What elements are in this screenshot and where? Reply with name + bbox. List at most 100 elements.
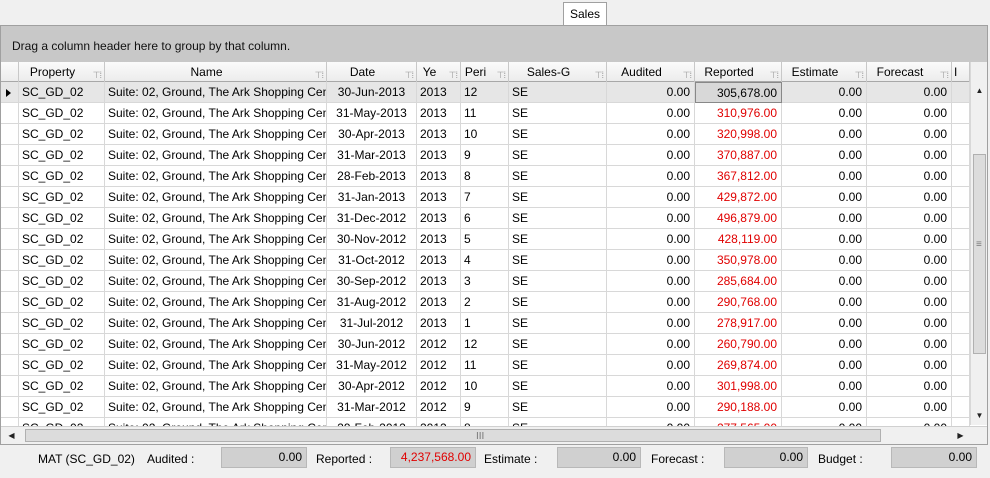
- cell-name[interactable]: Suite: 02, Ground, The Ark Shopping Cen: [105, 397, 327, 418]
- cell-name[interactable]: Suite: 02, Ground, The Ark Shopping Cen: [105, 229, 327, 250]
- cell-reported[interactable]: 496,879.00: [695, 208, 782, 229]
- cell-forecast[interactable]: 0.00: [867, 313, 952, 334]
- cell-period[interactable]: 4: [461, 250, 509, 271]
- cell-year[interactable]: 2013: [417, 229, 461, 250]
- cell-name[interactable]: Suite: 02, Ground, The Ark Shopping Cen: [105, 313, 327, 334]
- cell-forecast[interactable]: 0.00: [867, 250, 952, 271]
- cell-property[interactable]: SC_GD_02: [19, 376, 105, 397]
- cell-estimate[interactable]: 0.00: [782, 229, 867, 250]
- cell-year[interactable]: 2012: [417, 334, 461, 355]
- cell-estimate[interactable]: 0.00: [782, 271, 867, 292]
- horizontal-scrollbar[interactable]: ◀ III ▶: [1, 426, 987, 444]
- cell-period[interactable]: 8: [461, 166, 509, 187]
- table-row[interactable]: SC_GD_02Suite: 02, Ground, The Ark Shopp…: [1, 187, 970, 208]
- cell-year[interactable]: 2012: [417, 376, 461, 397]
- cell-period[interactable]: 11: [461, 355, 509, 376]
- cell-forecast[interactable]: 0.00: [867, 271, 952, 292]
- cell-period[interactable]: 5: [461, 229, 509, 250]
- cell-date[interactable]: 30-Sep-2012: [327, 271, 417, 292]
- cell-estimate[interactable]: 0.00: [782, 355, 867, 376]
- cell-property[interactable]: SC_GD_02: [19, 208, 105, 229]
- vertical-scrollbar[interactable]: ▲ ≡ ▼: [970, 62, 987, 425]
- cell-forecast[interactable]: 0.00: [867, 355, 952, 376]
- cell-name[interactable]: Suite: 02, Ground, The Ark Shopping Cen: [105, 124, 327, 145]
- cell-year[interactable]: 2012: [417, 397, 461, 418]
- cell-forecast[interactable]: 0.00: [867, 334, 952, 355]
- cell-estimate[interactable]: 0.00: [782, 187, 867, 208]
- table-row[interactable]: SC_GD_02Suite: 02, Ground, The Ark Shopp…: [1, 250, 970, 271]
- cell-estimate[interactable]: 0.00: [782, 376, 867, 397]
- cell-sales-group[interactable]: SE: [509, 229, 607, 250]
- cell-date[interactable]: 30-Jun-2013: [327, 82, 417, 103]
- cell-date[interactable]: 31-Oct-2012: [327, 250, 417, 271]
- scroll-left-button[interactable]: ◀: [3, 427, 20, 444]
- filter-icon[interactable]: ⊤⁞: [497, 65, 506, 82]
- scroll-right-button[interactable]: ▶: [952, 427, 969, 444]
- table-row[interactable]: SC_GD_02Suite: 02, Ground, The Ark Shopp…: [1, 166, 970, 187]
- cell-forecast[interactable]: 0.00: [867, 103, 952, 124]
- cell-audited[interactable]: 0.00: [607, 166, 695, 187]
- table-row[interactable]: SC_GD_02Suite: 02, Ground, The Ark Shopp…: [1, 313, 970, 334]
- cell-date[interactable]: 31-May-2013: [327, 103, 417, 124]
- cell-sales-group[interactable]: SE: [509, 124, 607, 145]
- cell-audited[interactable]: 0.00: [607, 124, 695, 145]
- cell-name[interactable]: Suite: 02, Ground, The Ark Shopping Cen: [105, 166, 327, 187]
- cell-property[interactable]: SC_GD_02: [19, 250, 105, 271]
- cell-year[interactable]: 2013: [417, 187, 461, 208]
- cell-audited[interactable]: 0.00: [607, 208, 695, 229]
- filter-icon[interactable]: ⊤⁞: [595, 65, 604, 82]
- cell-forecast[interactable]: 0.00: [867, 82, 952, 103]
- column-header-name[interactable]: Name ⊤⁞: [105, 62, 327, 82]
- cell-estimate[interactable]: 0.00: [782, 145, 867, 166]
- cell-audited[interactable]: 0.00: [607, 82, 695, 103]
- cell-audited[interactable]: 0.00: [607, 376, 695, 397]
- cell-name[interactable]: Suite: 02, Ground, The Ark Shopping Cen: [105, 292, 327, 313]
- cell-property[interactable]: SC_GD_02: [19, 334, 105, 355]
- cell-year[interactable]: 2013: [417, 292, 461, 313]
- filter-icon[interactable]: ⊤⁞: [315, 65, 324, 82]
- cell-forecast[interactable]: 0.00: [867, 292, 952, 313]
- cell-audited[interactable]: 0.00: [607, 103, 695, 124]
- cell-property[interactable]: SC_GD_02: [19, 271, 105, 292]
- cell-forecast[interactable]: 0.00: [867, 376, 952, 397]
- cell-estimate[interactable]: 0.00: [782, 334, 867, 355]
- cell-sales-group[interactable]: SE: [509, 187, 607, 208]
- column-header-ye[interactable]: Ye ⊤⁞: [417, 62, 461, 82]
- column-header-i[interactable]: I: [952, 62, 970, 82]
- cell-sales-group[interactable]: SE: [509, 166, 607, 187]
- cell-name[interactable]: Suite: 02, Ground, The Ark Shopping Cen: [105, 145, 327, 166]
- cell-period[interactable]: 10: [461, 124, 509, 145]
- cell-estimate[interactable]: 0.00: [782, 250, 867, 271]
- filter-icon[interactable]: ⊤⁞: [940, 65, 949, 82]
- cell-date[interactable]: 31-Mar-2012: [327, 397, 417, 418]
- cell-reported[interactable]: 367,812.00: [695, 166, 782, 187]
- cell-sales-group[interactable]: SE: [509, 82, 607, 103]
- cell-date[interactable]: 31-Jul-2012: [327, 313, 417, 334]
- column-header-audited[interactable]: Audited ⊤⁞: [607, 62, 695, 82]
- cell-name[interactable]: Suite: 02, Ground, The Ark Shopping Cen: [105, 334, 327, 355]
- cell-date[interactable]: 31-Jan-2013: [327, 187, 417, 208]
- column-header-date[interactable]: Date ⊤⁞: [327, 62, 417, 82]
- cell-property[interactable]: SC_GD_02: [19, 82, 105, 103]
- cell-sales-group[interactable]: SE: [509, 208, 607, 229]
- cell-estimate[interactable]: 0.00: [782, 313, 867, 334]
- cell-sales-group[interactable]: SE: [509, 271, 607, 292]
- cell-date[interactable]: 30-Apr-2013: [327, 124, 417, 145]
- cell-period[interactable]: 10: [461, 376, 509, 397]
- cell-property[interactable]: SC_GD_02: [19, 397, 105, 418]
- cell-period[interactable]: 3: [461, 271, 509, 292]
- vertical-scroll-thumb[interactable]: [973, 154, 986, 354]
- cell-estimate[interactable]: 0.00: [782, 82, 867, 103]
- cell-property[interactable]: SC_GD_02: [19, 313, 105, 334]
- cell-year[interactable]: 2013: [417, 124, 461, 145]
- table-row[interactable]: SC_GD_02Suite: 02, Ground, The Ark Shopp…: [1, 208, 970, 229]
- table-row[interactable]: SC_GD_02Suite: 02, Ground, The Ark Shopp…: [1, 397, 970, 418]
- cell-property[interactable]: SC_GD_02: [19, 187, 105, 208]
- cell-reported[interactable]: 429,872.00: [695, 187, 782, 208]
- table-row[interactable]: SC_GD_02Suite: 02, Ground, The Ark Shopp…: [1, 103, 970, 124]
- cell-sales-group[interactable]: SE: [509, 292, 607, 313]
- cell-forecast[interactable]: 0.00: [867, 145, 952, 166]
- cell-audited[interactable]: 0.00: [607, 397, 695, 418]
- cell-audited[interactable]: 0.00: [607, 292, 695, 313]
- table-row[interactable]: SC_GD_02Suite: 02, Ground, The Ark Shopp…: [1, 376, 970, 397]
